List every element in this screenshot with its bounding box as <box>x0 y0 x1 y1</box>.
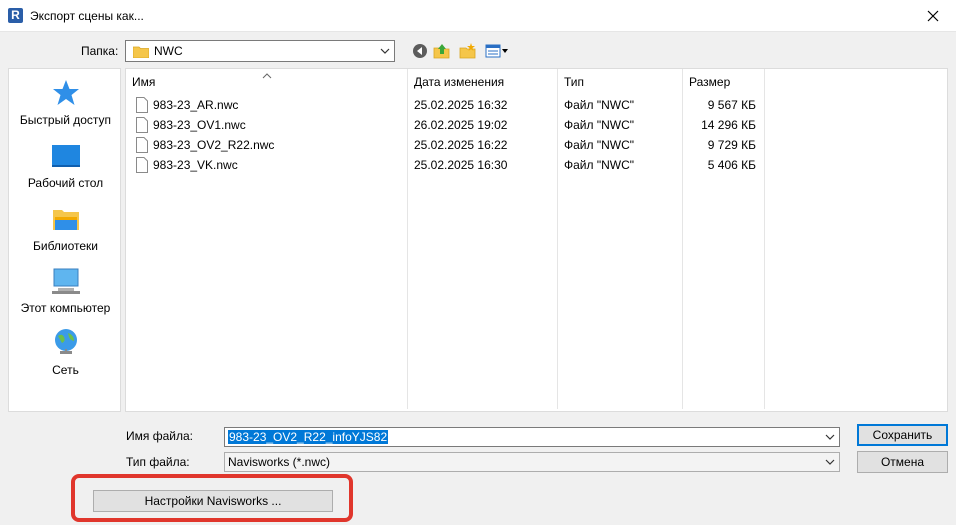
place-label: Быстрый доступ <box>19 113 112 127</box>
file-type: Файл "NWC" <box>564 118 635 132</box>
file-date: 25.02.2025 16:22 <box>414 138 508 152</box>
place-label: Сеть <box>52 363 79 377</box>
window-title: Экспорт сцены как... <box>30 9 144 23</box>
highlight-frame <box>71 474 353 522</box>
column-header-type[interactable]: Тип <box>558 69 681 95</box>
column-header-date[interactable]: Дата изменения <box>408 69 556 95</box>
file-icon <box>136 157 148 176</box>
chevron-down-icon <box>824 455 836 472</box>
sort-ascending-icon <box>262 69 272 83</box>
chevron-down-icon[interactable] <box>824 430 836 447</box>
close-icon <box>927 10 939 22</box>
filetype-value: Navisworks (*.nwc) <box>228 455 331 469</box>
file-name: 983-23_OV1.nwc <box>153 118 246 132</box>
folder-icon <box>132 45 150 61</box>
up-folder-icon <box>433 44 450 59</box>
file-date: 25.02.2025 16:32 <box>414 98 508 112</box>
places-sidebar: Быстрый доступ Рабочий стол Библиотеки Э… <box>8 68 121 412</box>
file-name: 983-23_AR.nwc <box>153 98 239 112</box>
file-row[interactable]: 983-23_AR.nwc 25.02.2025 16:32 Файл "NWC… <box>126 95 766 115</box>
column-header-size[interactable]: Размер <box>683 69 763 95</box>
folder-name: NWC <box>154 44 183 58</box>
network-icon <box>50 327 82 359</box>
filename-input[interactable]: 983-23_OV2_R22_infoYJS82 <box>224 427 840 447</box>
file-type: Файл "NWC" <box>564 138 635 152</box>
file-row[interactable]: 983-23_OV1.nwc 26.02.2025 19:02 Файл "NW… <box>126 115 766 135</box>
file-size: 5 406 КБ <box>707 158 756 172</box>
file-icon <box>136 137 148 156</box>
folder-label: Папка: <box>81 44 119 58</box>
file-row[interactable]: 983-23_OV2_R22.nwc 25.02.2025 16:22 Файл… <box>126 135 766 155</box>
file-icon <box>136 117 148 136</box>
new-folder-button[interactable] <box>458 41 478 61</box>
file-size: 14 296 КБ <box>701 118 756 132</box>
filename-value: 983-23_OV2_R22_infoYJS82 <box>228 430 389 444</box>
back-button[interactable] <box>410 41 430 61</box>
folder-combobox[interactable]: NWC <box>125 40 395 62</box>
file-type: Файл "NWC" <box>564 158 635 172</box>
desktop-icon <box>50 140 82 172</box>
file-name: 983-23_VK.nwc <box>153 158 238 172</box>
file-date: 25.02.2025 16:30 <box>414 158 508 172</box>
quick-access-star-icon <box>50 77 82 109</box>
place-quick-access[interactable]: Быстрый доступ <box>9 77 122 127</box>
file-size: 9 729 КБ <box>707 138 756 152</box>
file-date: 26.02.2025 19:02 <box>414 118 508 132</box>
chevron-down-icon <box>379 44 391 61</box>
filename-label: Имя файла: <box>126 429 193 443</box>
save-button[interactable]: Сохранить <box>857 424 948 446</box>
back-arrow-icon <box>413 44 427 58</box>
new-folder-icon <box>459 43 476 59</box>
this-pc-icon <box>50 265 82 297</box>
place-this-pc[interactable]: Этот компьютер <box>9 265 122 315</box>
close-button[interactable] <box>910 0 956 32</box>
file-row[interactable]: 983-23_VK.nwc 25.02.2025 16:30 Файл "NWC… <box>126 155 766 175</box>
filetype-select[interactable]: Navisworks (*.nwc) <box>224 452 840 472</box>
place-label: Рабочий стол <box>27 176 104 190</box>
view-options-icon <box>485 44 508 58</box>
up-folder-button[interactable] <box>432 41 452 61</box>
title-bar: R Экспорт сцены как... <box>0 0 956 32</box>
file-type: Файл "NWC" <box>564 98 635 112</box>
place-libraries[interactable]: Библиотеки <box>9 203 122 253</box>
revit-app-icon: R <box>8 8 23 23</box>
file-list[interactable]: Имя Дата изменения Тип Размер 983-23_AR.… <box>125 68 948 412</box>
filetype-label: Тип файла: <box>126 455 190 469</box>
file-icon <box>136 97 148 116</box>
view-menu-button[interactable] <box>484 41 510 61</box>
file-name: 983-23_OV2_R22.nwc <box>153 138 275 152</box>
place-desktop[interactable]: Рабочий стол <box>9 140 122 190</box>
place-network[interactable]: Сеть <box>9 327 122 377</box>
cancel-button[interactable]: Отмена <box>857 451 948 473</box>
file-size: 9 567 КБ <box>707 98 756 112</box>
place-label: Библиотеки <box>32 239 98 253</box>
place-label: Этот компьютер <box>20 301 111 315</box>
libraries-icon <box>50 203 82 235</box>
